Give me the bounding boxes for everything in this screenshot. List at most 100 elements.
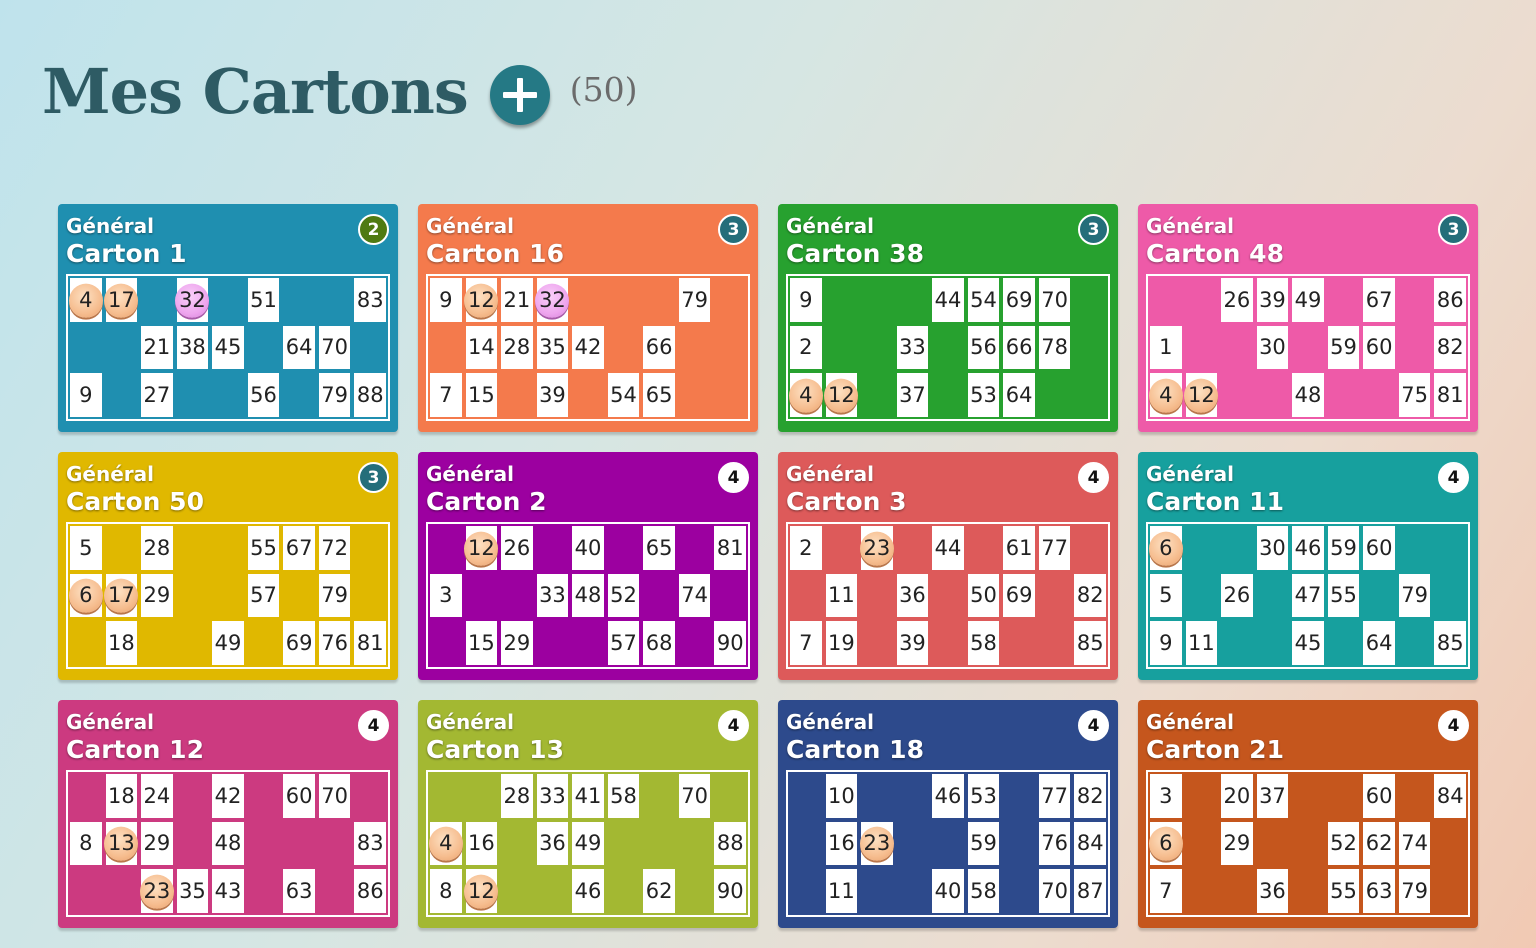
page-header: Mes Cartons (50) (42, 52, 637, 132)
cell-number: 2 (799, 535, 813, 560)
number-cell: 84 (1072, 819, 1108, 868)
remaining-badge: 3 (1438, 214, 1469, 245)
cell-number: 70 (1041, 879, 1069, 904)
blank-cell (712, 323, 748, 372)
blank-cell (68, 323, 104, 372)
number-cell: 68 (641, 619, 677, 667)
blank-cell (316, 276, 353, 324)
carton-card[interactable]: Général Carton 18 4 10 46 53 77 82 16 23 59 76 84 11 4… (778, 700, 1118, 928)
blank-cell (930, 371, 966, 419)
carton-card[interactable]: Général Carton 16 3 9 12 21 32 79 14 28 35 42 66 7 15 3… (418, 204, 758, 432)
remaining-badge: 4 (718, 710, 749, 741)
number-cell: 69 (1001, 571, 1037, 620)
blank-cell (605, 524, 642, 572)
cell-number: 28 (503, 335, 531, 360)
number-cell: 53 (965, 772, 1002, 820)
cell-number: 4 (79, 287, 93, 312)
blank-cell (641, 819, 677, 868)
blank-cell (859, 571, 895, 620)
blank-cell (894, 772, 931, 820)
blank-cell (428, 323, 464, 372)
cell-number: 16 (467, 831, 495, 856)
number-cell: 49 (570, 819, 606, 868)
cell-number: 17 (107, 583, 135, 608)
carton-card[interactable]: Général Carton 12 4 18 24 42 60 70 8 13 29 48 83 23 35… (58, 700, 398, 928)
number-cell: 16 (463, 819, 500, 868)
carton-card[interactable]: Général Carton 13 4 28 33 41 58 70 4 16 36 49 88 8 12 4… (418, 700, 758, 928)
number-cell: 57 (245, 571, 282, 620)
carton-card[interactable]: Général Carton 21 4 3 20 37 60 84 6 29 52 62 74 7 36 55… (1138, 700, 1478, 928)
cell-number: 3 (439, 583, 453, 608)
number-cell: 59 (1325, 524, 1362, 572)
cell-number: 82 (1076, 783, 1104, 808)
cell-number: 54 (970, 287, 997, 312)
number-cell: 60 (1361, 524, 1397, 572)
blank-cell (174, 571, 211, 620)
number-cell: 33 (894, 323, 931, 372)
number-cell: 9 (428, 276, 464, 324)
number-cell: 83 (352, 819, 388, 868)
carton-card[interactable]: Général Carton 3 4 2 23 44 61 77 11 36 50 69 82 7 19 39… (778, 452, 1118, 680)
blank-cell (245, 819, 282, 868)
cell-number: 43 (214, 879, 242, 904)
blank-cell (1036, 619, 1073, 667)
cell-number: 67 (1365, 287, 1393, 312)
blank-cell (316, 819, 353, 868)
cell-number: 72 (321, 535, 349, 560)
cell-number: 11 (1187, 631, 1215, 656)
number-cell: 48 (1290, 371, 1326, 419)
blank-cell (1072, 323, 1108, 372)
number-cell: 29 (139, 819, 175, 868)
cell-number: 17 (107, 287, 135, 312)
add-carton-button[interactable] (489, 65, 550, 125)
cell-number: 27 (143, 383, 171, 408)
blank-cell (605, 276, 642, 324)
cell-number: 47 (1294, 583, 1322, 608)
number-cell: 52 (1325, 819, 1362, 868)
cell-number: 79 (1401, 879, 1429, 904)
cell-number: 59 (970, 831, 997, 856)
number-cell: 75 (1396, 371, 1433, 419)
blank-cell (1254, 571, 1291, 620)
cell-number: 85 (1076, 631, 1104, 656)
carton-card[interactable]: Général Carton 48 3 26 39 49 67 86 1 30 59 60 82 4 12 4… (1138, 204, 1478, 432)
number-cell: 37 (894, 371, 931, 419)
blank-cell (676, 819, 713, 868)
number-cell: 67 (1361, 276, 1397, 324)
cell-number: 2 (799, 335, 813, 360)
number-cell: 50 (965, 571, 1002, 620)
carton-card[interactable]: Général Carton 50 3 5 28 55 67 72 6 17 29 57 79 18 49 6… (58, 452, 398, 680)
blank-cell (930, 323, 966, 372)
blank-cell (281, 371, 317, 419)
carton-card[interactable]: Général Carton 38 3 9 44 54 69 70 2 33 56 66 78 4 12 37… (778, 204, 1118, 432)
number-cell: 43 (210, 867, 246, 915)
blank-cell (788, 867, 824, 915)
blank-cell (1001, 819, 1037, 868)
carton-card[interactable]: Général Carton 1 2 4 17 32 51 83 21 38 45 64 70 9 27 56… (58, 204, 398, 432)
carton-board: 12 26 40 65 81 3 33 48 52 74 15 29 57 68 90 (426, 522, 750, 669)
number-cell: 26 (1219, 276, 1255, 324)
blank-cell (174, 772, 211, 820)
carton-count: (50) (569, 69, 638, 109)
marked-number-cell: 6 (1148, 819, 1184, 868)
carton-card[interactable]: Général Carton 2 4 12 26 40 65 81 3 33 48 52 74 15 29 5… (418, 452, 758, 680)
remaining-badge: 4 (1438, 710, 1469, 741)
number-cell: 64 (1361, 619, 1397, 667)
number-cell: 85 (1432, 619, 1468, 667)
blank-cell (712, 371, 748, 419)
blank-cell (68, 772, 104, 820)
cell-number: 61 (1005, 535, 1033, 560)
number-cell: 44 (930, 276, 966, 324)
cell-number: 36 (539, 831, 566, 856)
number-cell: 74 (1396, 819, 1433, 868)
number-cell: 14 (463, 323, 500, 372)
carton-category: Général (786, 710, 874, 734)
number-cell: 21 (499, 276, 535, 324)
carton-card[interactable]: Général Carton 11 4 6 30 46 59 60 5 26 47 55 79 9 11 45… (1138, 452, 1478, 680)
cell-number: 90 (716, 631, 744, 656)
cell-number: 64 (285, 335, 313, 360)
number-cell: 46 (930, 772, 966, 820)
cell-number: 48 (214, 831, 242, 856)
blank-cell (641, 772, 677, 820)
cell-number: 64 (1365, 631, 1393, 656)
